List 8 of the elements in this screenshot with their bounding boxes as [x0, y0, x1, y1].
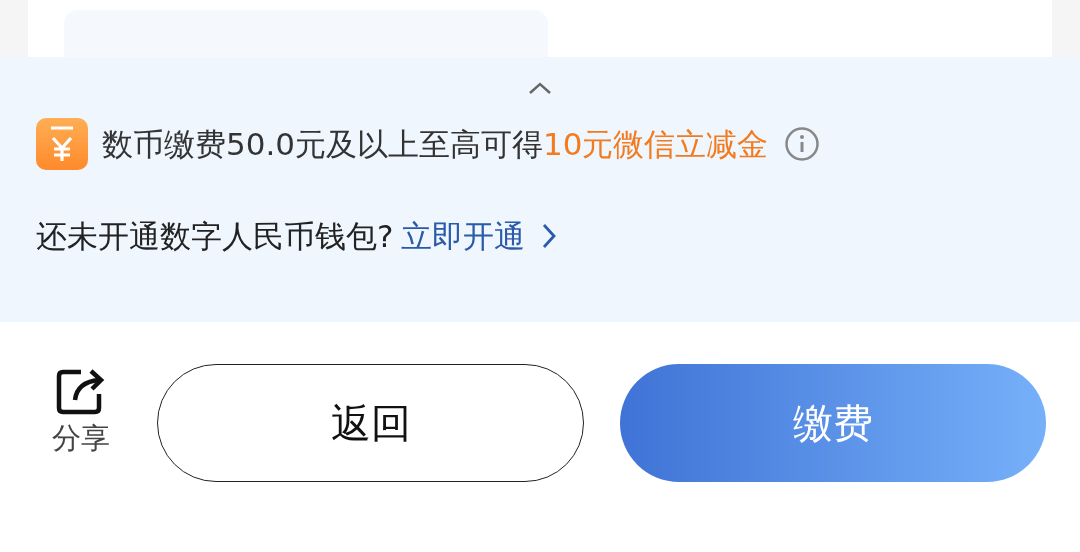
- yen-icon: [36, 118, 88, 170]
- wallet-prompt: 还未开通数字人民币钱包?: [36, 217, 394, 256]
- back-button[interactable]: 返回: [157, 364, 584, 482]
- open-wallet-link[interactable]: 立即开通: [401, 213, 526, 260]
- collapse-icon[interactable]: [528, 81, 552, 95]
- info-icon[interactable]: [784, 126, 821, 162]
- share-button[interactable]: 分享: [40, 364, 121, 458]
- promo-text: 数币缴费50.0元及以上至高可得10元微信立减金: [102, 124, 769, 164]
